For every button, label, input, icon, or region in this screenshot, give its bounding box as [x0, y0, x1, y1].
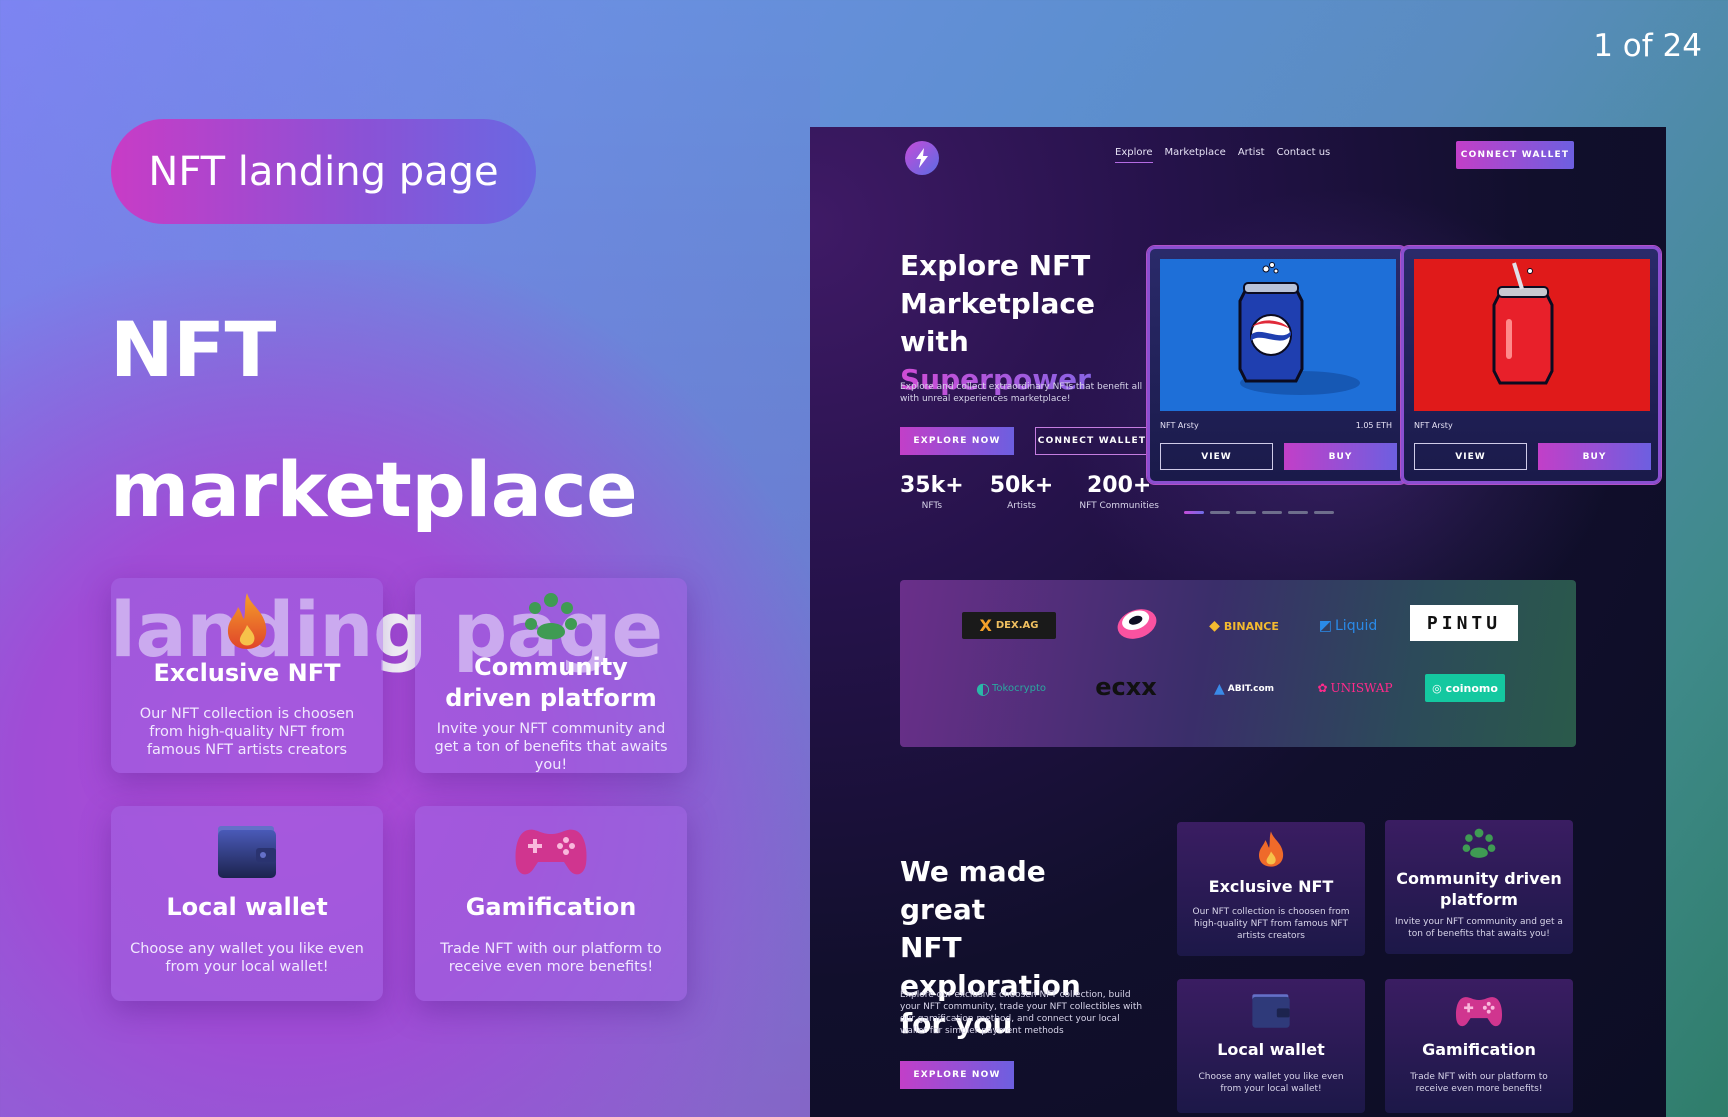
nft-card[interactable]: NFT Arsty 1.05 ETH VIEW BUY — [1147, 246, 1407, 484]
partner-logo-tokocrypto: ◐ Tokocrypto — [976, 678, 1046, 698]
gamepad-icon — [515, 829, 587, 875]
partner-logo-coinomo: ◎ coinomo — [1425, 674, 1505, 702]
carousel-dot[interactable] — [1184, 511, 1204, 514]
partner-logo-binance: ◆ BINANCE — [1209, 618, 1279, 634]
nft-image-coke-can — [1414, 259, 1650, 411]
stat-number: 50k+ — [989, 473, 1054, 498]
partner-logo-pintu: PINTU — [1410, 605, 1518, 641]
wallet-icon — [218, 826, 276, 878]
partner-logo-dexag: X DEX.AG — [962, 612, 1056, 639]
partner-logos: X DEX.AG ◆ BINANCE ◩ Liquid PINTU ◐ Tokocryp… — [900, 580, 1576, 747]
lightning-icon — [916, 148, 928, 168]
connect-wallet-outline-button[interactable]: CONNECT WALLET — [1035, 427, 1149, 455]
mock-hero-line1: Explore NFT — [900, 249, 1091, 282]
carousel-dot[interactable] — [1288, 511, 1308, 514]
feature-card-wallet: Local wallet Choose any wallet you like … — [111, 806, 383, 1001]
main-nav: Explore Marketplace Artist Contact us — [1115, 147, 1330, 163]
buy-button[interactable]: BUY — [1538, 443, 1651, 470]
carousel-dot[interactable] — [1236, 511, 1256, 514]
nft-price: 1.05 ETH — [1355, 421, 1392, 430]
mock-hero-title: Explore NFT Marketplace with Superpower — [900, 247, 1160, 399]
nav-explore[interactable]: Explore — [1115, 147, 1153, 163]
mock-feature-card-wallet: Local wallet Choose any wallet you like … — [1177, 979, 1365, 1113]
stat-number: 35k+ — [900, 473, 964, 498]
nav-contact[interactable]: Contact us — [1277, 147, 1331, 163]
stat-label: Artists — [1007, 501, 1036, 511]
landing-page-mockup: Explore Marketplace Artist Contact us CO… — [810, 127, 1666, 1117]
partner-logo-liquid: ◩ Liquid — [1318, 618, 1378, 634]
partner-logo-ecxx: ecxx — [1095, 673, 1157, 701]
partner-logo-uniswap: ✿ UNISWAP — [1317, 681, 1393, 695]
mock-hero-line2: Marketplace with — [900, 287, 1095, 358]
feature-desc: Choose any wallet you like even from you… — [130, 941, 364, 975]
stat-label: NFTs — [921, 501, 943, 511]
mock-card-title: Exclusive NFT — [1208, 877, 1334, 896]
view-button[interactable]: VIEW — [1414, 443, 1527, 470]
mock-feature-card-community: Community driven platform Invite your NF… — [1385, 820, 1573, 954]
section-subtitle: Explore our exclusive choosen NFT collec… — [900, 990, 1143, 1036]
fire-icon — [227, 593, 267, 649]
view-button[interactable]: VIEW — [1160, 443, 1273, 470]
partner-logo-abit: ▲ ABIT.com — [1213, 681, 1275, 697]
mock-card-desc: Our NFT collection is choosen from high-… — [1192, 907, 1350, 941]
feature-card-community: Community driven platform Invite your NF… — [415, 578, 687, 773]
stat-label: NFT Communities — [1079, 501, 1159, 511]
carousel-dot[interactable] — [1314, 511, 1334, 514]
slide-counter: 1 of 24 — [1593, 28, 1702, 64]
stat-nfts: 35k+ NFTs — [900, 473, 964, 511]
carousel-dot[interactable] — [1262, 511, 1282, 514]
feature-card-gamification: Gamification Trade NFT with our platform… — [415, 806, 687, 1001]
community-icon — [525, 593, 577, 640]
buy-button[interactable]: BUY — [1284, 443, 1397, 470]
nft-name: NFT Arsty — [1414, 421, 1453, 430]
feature-title: Gamification — [465, 893, 637, 921]
mock-card-title: Local wallet — [1217, 1040, 1325, 1059]
mock-feature-card-exclusive: Exclusive NFT Our NFT collection is choo… — [1177, 822, 1365, 956]
mock-card-desc: Trade NFT with our platform to receive e… — [1410, 1072, 1548, 1094]
feature-title: Exclusive NFT — [153, 659, 341, 687]
feature-desc: Invite your NFT community and get a ton … — [434, 721, 668, 773]
category-pill: NFT landing page — [111, 119, 536, 224]
stats-row: 35k+ NFTs 50k+ Artists 200+ NFT Communit… — [900, 473, 1159, 511]
community-icon — [1462, 828, 1496, 858]
carousel-dots — [1184, 511, 1334, 514]
category-pill-label: NFT landing page — [148, 148, 499, 195]
feature-card-exclusive: Exclusive NFT Our NFT collection is choo… — [111, 578, 383, 773]
nft-image-pepsi-can — [1160, 259, 1396, 411]
section-title-line1: We made great — [900, 855, 1046, 926]
feature-title: Community driven platform — [445, 653, 657, 712]
feature-desc: Our NFT collection is choosen from high-… — [139, 706, 355, 758]
stat-artists: 50k+ Artists — [990, 473, 1054, 511]
mock-feature-card-gamification: Gamification Trade NFT with our platform… — [1385, 979, 1573, 1113]
hero-title-line1: NFT marketplace — [110, 305, 638, 534]
nft-name: NFT Arsty — [1160, 421, 1199, 430]
nav-artist[interactable]: Artist — [1238, 147, 1265, 163]
partner-logo-sushi — [1113, 604, 1161, 644]
mock-card-title: Gamification — [1422, 1040, 1536, 1059]
mock-card-desc: Invite your NFT community and get a ton … — [1395, 917, 1563, 939]
wallet-icon — [1252, 994, 1290, 1028]
feature-title: Local wallet — [166, 893, 328, 921]
explore-now-button-2[interactable]: EXPLORE NOW — [900, 1061, 1014, 1089]
mock-card-desc: Choose any wallet you like even from you… — [1198, 1072, 1344, 1094]
logo[interactable] — [905, 141, 939, 175]
mock-hero-subtitle: Explore and collect extraordinary NFTs t… — [900, 382, 1143, 404]
gamepad-icon — [1455, 997, 1503, 1027]
carousel-dot[interactable] — [1210, 511, 1230, 514]
nav-marketplace[interactable]: Marketplace — [1165, 147, 1226, 163]
nft-card[interactable]: NFT Arsty VIEW BUY — [1401, 246, 1661, 484]
connect-wallet-button[interactable]: CONNECT WALLET — [1456, 141, 1574, 169]
mock-card-title: Community driven platform — [1396, 869, 1562, 909]
feature-desc: Trade NFT with our platform to receive e… — [440, 941, 662, 975]
fire-icon — [1258, 831, 1284, 867]
explore-now-button[interactable]: EXPLORE NOW — [900, 427, 1014, 455]
